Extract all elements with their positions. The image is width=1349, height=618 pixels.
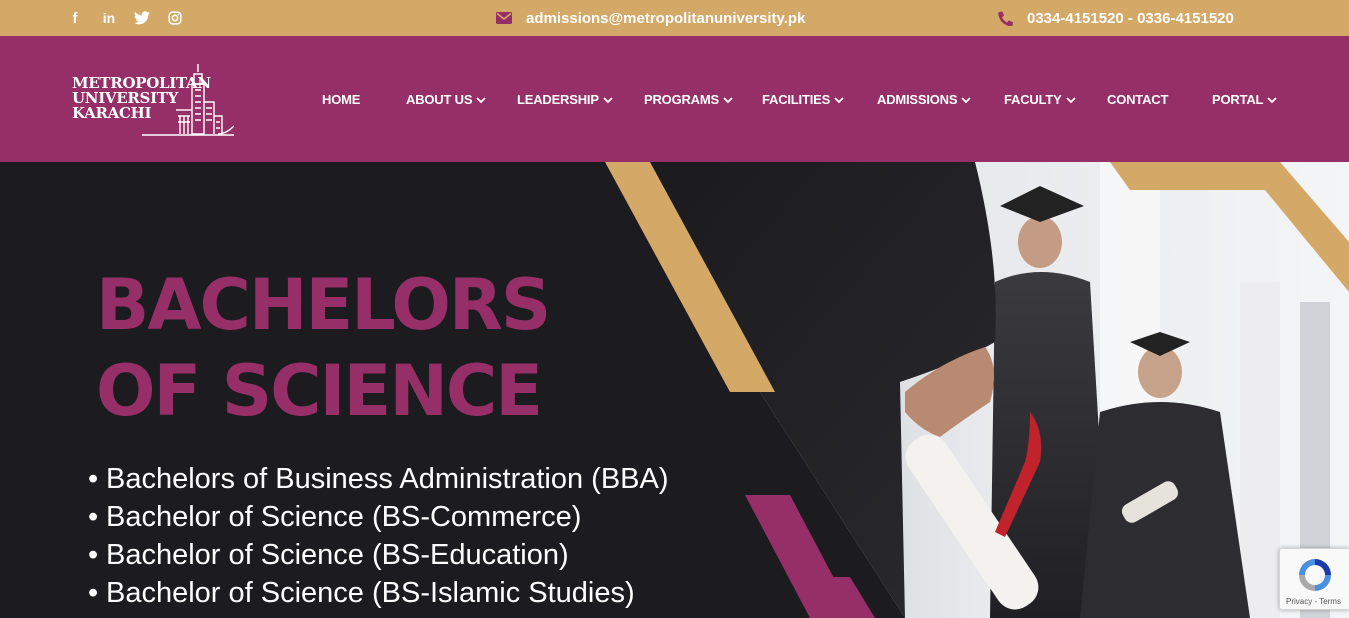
email-text[interactable]: admissions@metropolitanuniversity.pk bbox=[526, 10, 805, 27]
main-navbar: METROPOLITAN UNIVERSITY KARACHI HOME ABO… bbox=[0, 36, 1349, 162]
chevron-down-icon[interactable] bbox=[603, 95, 613, 105]
chevron-down-icon[interactable] bbox=[723, 95, 733, 105]
nav-facilities[interactable]: FACILITIES bbox=[762, 92, 844, 107]
facebook-icon[interactable]: f bbox=[66, 10, 84, 27]
nav-contact-label[interactable]: CONTACT bbox=[1107, 92, 1168, 107]
nav-faculty[interactable]: FACULTY bbox=[1004, 92, 1076, 107]
program-item: • Bachelors of Business Administration (B… bbox=[88, 463, 669, 495]
chevron-down-icon[interactable] bbox=[1267, 95, 1277, 105]
program-item-label: Bachelor of Science (BS-Islamic Studies) bbox=[106, 577, 635, 609]
hero-banner: BACHELORS OF SCIENCE • Bachelors of Busin… bbox=[0, 162, 1349, 618]
nav-contact[interactable]: CONTACT bbox=[1107, 92, 1168, 107]
linkedin-icon[interactable]: in bbox=[100, 10, 118, 26]
phone-icon bbox=[998, 11, 1013, 26]
top-bar: f in admissions@metropolitanuniversity.p… bbox=[0, 0, 1349, 36]
nav-portal-label[interactable]: PORTAL bbox=[1212, 92, 1263, 107]
nav-facilities-label[interactable]: FACILITIES bbox=[762, 92, 830, 107]
hero-title-line-1: BACHELORS bbox=[96, 264, 551, 346]
phone-text[interactable]: 0334-4151520 - 0336-4151520 bbox=[1027, 10, 1234, 27]
program-item-label: Bachelors of Business Administration (BB… bbox=[106, 463, 669, 495]
nav-programs[interactable]: PROGRAMS bbox=[644, 92, 733, 107]
university-logo[interactable]: METROPOLITAN UNIVERSITY KARACHI bbox=[72, 60, 234, 138]
tower-logo-icon bbox=[142, 64, 234, 136]
program-item: • Bachelor of Science (BS-Education) bbox=[88, 539, 569, 571]
twitter-icon[interactable] bbox=[134, 11, 152, 25]
program-item-label: Bachelor of Science (BS-Commerce) bbox=[106, 501, 582, 533]
chevron-down-icon[interactable] bbox=[961, 95, 971, 105]
envelope-icon bbox=[496, 12, 512, 24]
nav-portal[interactable]: PORTAL bbox=[1212, 92, 1277, 107]
programs-list: • Bachelors of Business Administration (B… bbox=[88, 460, 669, 612]
nav-admissions-label[interactable]: ADMISSIONS bbox=[877, 92, 958, 107]
nav-leadership[interactable]: LEADERSHIP bbox=[517, 92, 613, 107]
nav-home-label[interactable]: HOME bbox=[322, 92, 360, 107]
social-links: f in bbox=[66, 0, 186, 36]
hero-title: BACHELORS OF SCIENCE bbox=[96, 262, 551, 434]
nav-about-us-label[interactable]: ABOUT US bbox=[406, 92, 472, 107]
program-item: • Bachelor of Science (BS-Commerce) bbox=[88, 501, 582, 533]
program-item-label: Bachelor of Science (BS-Education) bbox=[106, 539, 569, 571]
chevron-down-icon[interactable] bbox=[834, 95, 844, 105]
instagram-icon[interactable] bbox=[168, 11, 186, 25]
nav-admissions[interactable]: ADMISSIONS bbox=[877, 92, 971, 107]
recaptcha-badge[interactable]: Privacy - Terms bbox=[1279, 548, 1349, 610]
contact-phone[interactable]: 0334-4151520 - 0336-4151520 bbox=[998, 0, 1234, 36]
nav-programs-label[interactable]: PROGRAMS bbox=[644, 92, 719, 107]
hero-title-line-2: OF SCIENCE bbox=[96, 350, 543, 432]
recaptcha-icon bbox=[1299, 559, 1331, 591]
contact-email[interactable]: admissions@metropolitanuniversity.pk bbox=[496, 0, 805, 36]
recaptcha-terms[interactable]: Privacy - Terms bbox=[1286, 597, 1341, 606]
chevron-down-icon[interactable] bbox=[1065, 95, 1076, 105]
nav-faculty-label[interactable]: FACULTY bbox=[1004, 92, 1062, 107]
nav-about-us[interactable]: ABOUT US bbox=[406, 92, 486, 107]
program-item: • Bachelor of Science (BS-Islamic Studies… bbox=[88, 577, 635, 609]
chevron-down-icon[interactable] bbox=[476, 95, 486, 105]
nav-home[interactable]: HOME bbox=[322, 92, 360, 107]
nav-leadership-label[interactable]: LEADERSHIP bbox=[517, 92, 599, 107]
